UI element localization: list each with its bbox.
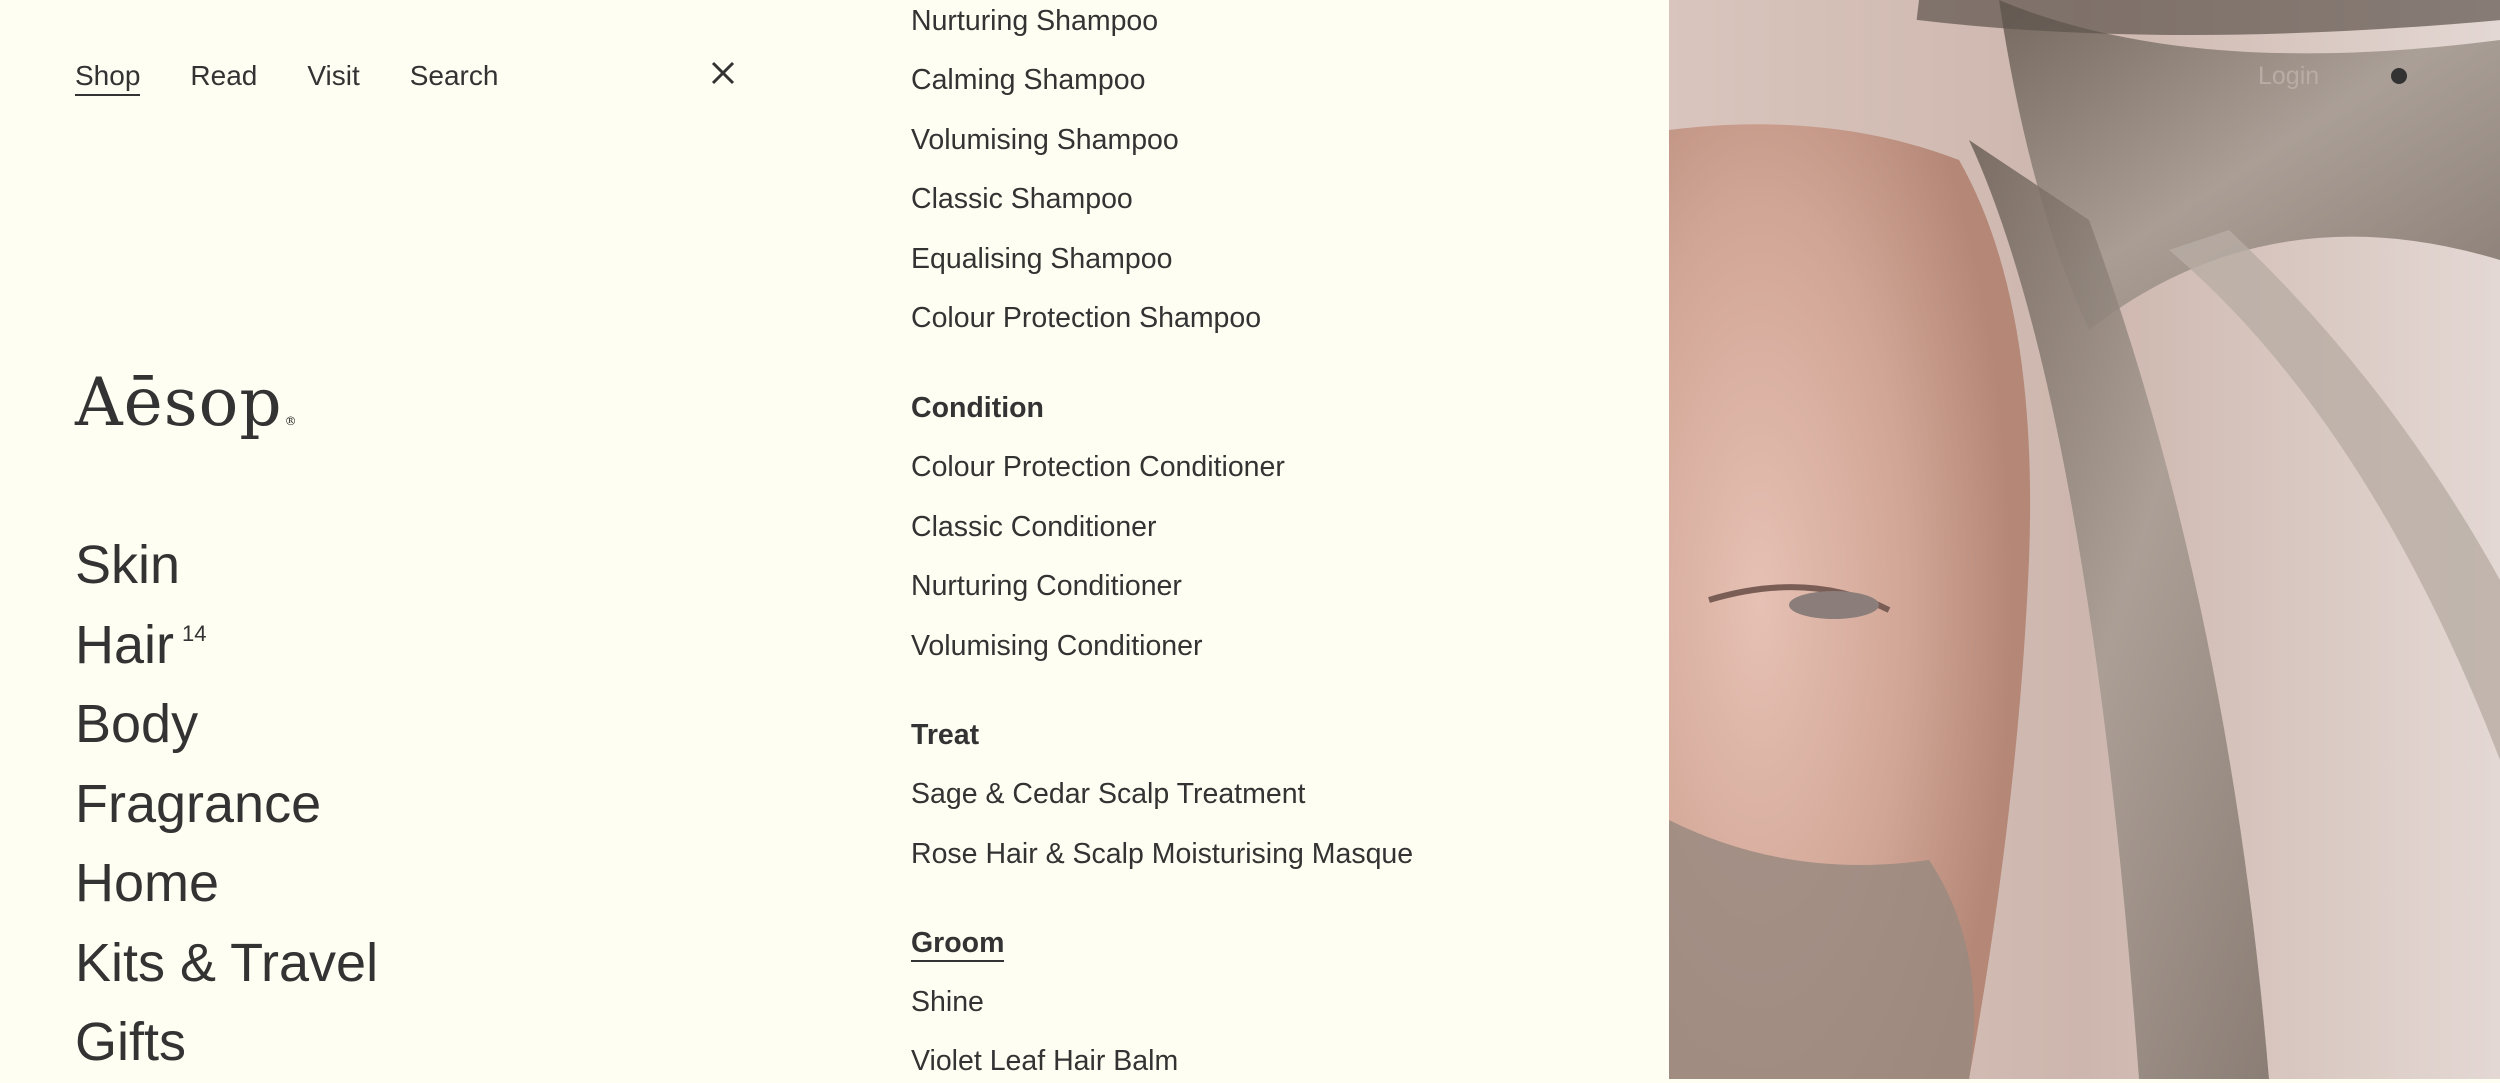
login-link[interactable]: Login xyxy=(2258,58,2319,94)
category-label: Skin xyxy=(75,535,181,595)
logo-registered-mark: ® xyxy=(284,414,298,428)
product-link[interactable]: Nurturing Conditioner xyxy=(911,567,1182,605)
product-link[interactable]: Violet Leaf Hair Balm xyxy=(911,1042,1178,1080)
category-fragrance[interactable]: Fragrance xyxy=(75,765,378,845)
navigation-overlay: Shop Read Visit Search Aēsop ® Skin Hair 1… xyxy=(0,0,1669,1079)
product-link[interactable]: Rose Hair & Scalp Moisturising Masque xyxy=(911,835,1413,873)
category-count: 14 xyxy=(182,620,207,646)
category-label: Hair xyxy=(75,614,175,675)
close-icon[interactable] xyxy=(708,58,738,88)
tab-visit[interactable]: Visit xyxy=(307,58,359,96)
category-gifts[interactable]: Gifts xyxy=(75,1003,378,1083)
product-link[interactable]: Nurturing Shampoo xyxy=(911,2,1158,40)
category-home[interactable]: Home xyxy=(75,844,378,924)
category-label: Home xyxy=(75,853,220,913)
category-hair[interactable]: Hair 14 xyxy=(75,606,378,686)
category-body[interactable]: Body xyxy=(75,685,378,765)
category-label: Gifts xyxy=(75,1012,187,1072)
hero-portrait-image xyxy=(1669,0,2500,1079)
product-link[interactable]: Sage & Cedar Scalp Treatment xyxy=(911,775,1305,813)
product-link[interactable]: Volumising Shampoo xyxy=(911,121,1179,159)
product-link[interactable]: Classic Conditioner xyxy=(911,508,1157,546)
section-heading-treat: Treat xyxy=(911,719,980,751)
logo-text: Aēsop xyxy=(75,364,283,441)
category-list: Skin Hair 14 Body Fragrance Home Kits & T… xyxy=(75,526,378,1083)
tab-read[interactable]: Read xyxy=(190,58,257,96)
product-link[interactable]: Equalising Shampoo xyxy=(911,240,1172,278)
tab-search[interactable]: Search xyxy=(410,58,499,96)
product-link[interactable]: Volumising Conditioner xyxy=(911,627,1203,665)
category-kits-travel[interactable]: Kits & Travel xyxy=(75,924,378,1004)
product-link[interactable]: Colour Protection Conditioner xyxy=(911,448,1285,486)
category-label: Kits & Travel xyxy=(75,932,379,993)
product-link[interactable]: Classic Shampoo xyxy=(911,180,1133,218)
tab-shop[interactable]: Shop xyxy=(75,58,141,96)
product-link[interactable]: Colour Protection Shampoo xyxy=(911,299,1261,337)
primary-nav: Shop Read Visit Search xyxy=(75,58,498,96)
product-link[interactable]: Calming Shampoo xyxy=(911,61,1145,99)
section-heading-groom[interactable]: Groom xyxy=(911,926,1005,962)
product-link[interactable]: Shine xyxy=(911,983,984,1021)
section-heading-condition: Condition xyxy=(911,392,1044,424)
brand-logo[interactable]: Aēsop ® xyxy=(75,370,298,436)
bag-dot-icon[interactable] xyxy=(2391,68,2407,84)
category-label: Fragrance xyxy=(75,773,322,834)
category-label: Body xyxy=(75,694,199,754)
category-skin[interactable]: Skin xyxy=(75,526,378,606)
